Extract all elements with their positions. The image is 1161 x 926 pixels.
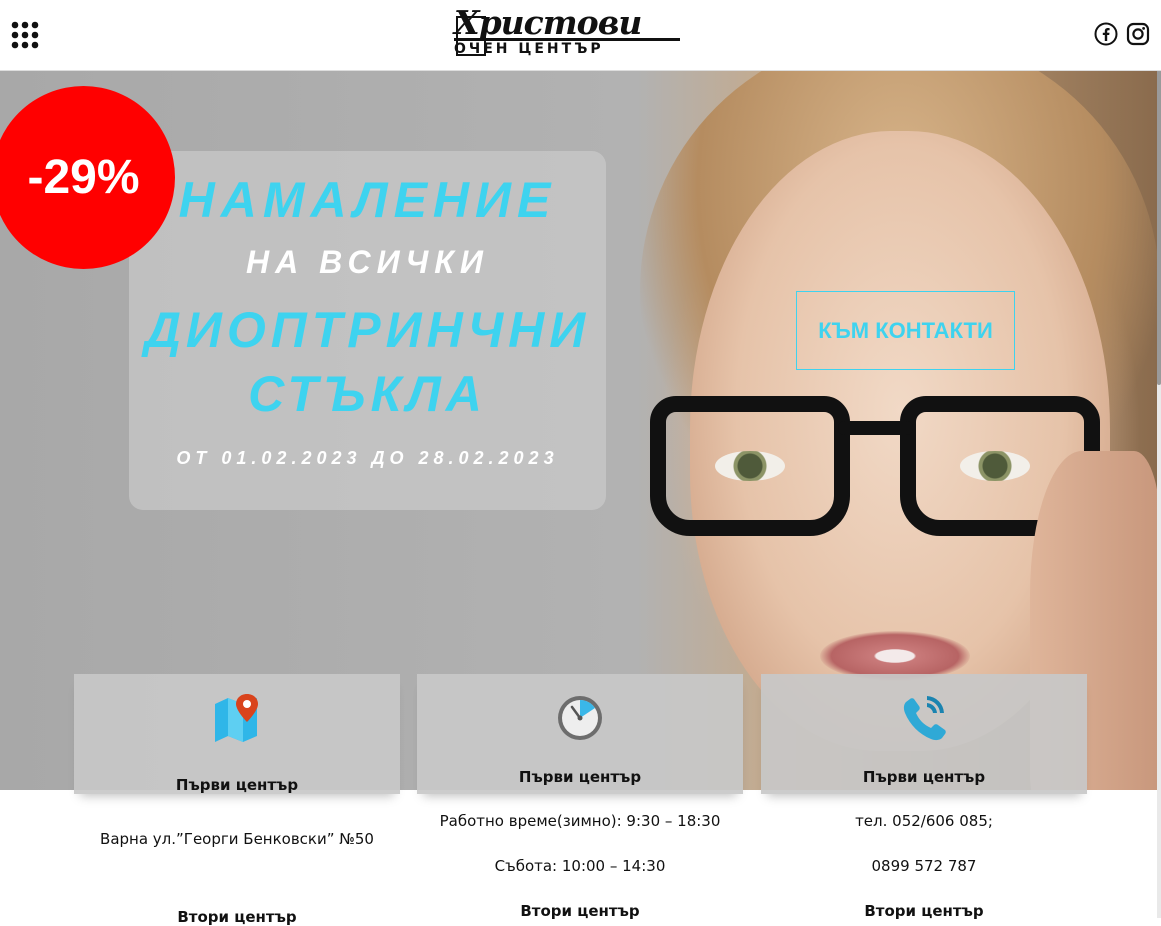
- card-second-title: Втори център: [864, 902, 984, 920]
- info-card-hours: Първи център Работно време(зимно): 9:30 …: [417, 674, 743, 920]
- hero-photo-glasses-bridge: [838, 421, 913, 435]
- card-second-title: Втори център: [520, 902, 640, 920]
- promo-box: НАМАЛЕНИЕ НА ВСИЧКИ ДИОПТРИНЧНИ СТЪКЛА О…: [129, 151, 606, 510]
- promo-subtitle: НА ВСИЧКИ: [246, 244, 489, 280]
- facebook-icon[interactable]: [1094, 22, 1118, 46]
- logo-title: Христови: [454, 3, 642, 42]
- card-line: Варна ул.”Георги Бенковски” №50: [100, 830, 374, 848]
- card-title: Първи център: [518, 768, 642, 786]
- card-header: Първи център: [74, 674, 400, 794]
- promo-title: НАМАЛЕНИЕ: [178, 172, 557, 228]
- phone-icon: [900, 692, 948, 744]
- card-header: Първи център: [761, 674, 1087, 794]
- card-line: Работно време(зимно): 9:30 – 18:30: [439, 812, 721, 830]
- card-line[interactable]: 0899 572 787: [761, 857, 1087, 875]
- hero-photo-glasses: [650, 396, 850, 536]
- card-second-title: Втори център: [177, 908, 297, 926]
- card-line: Събота: 10:00 – 14:30: [494, 857, 666, 875]
- instagram-icon[interactable]: [1126, 22, 1150, 46]
- card-line[interactable]: тел. 052/606 085;: [761, 812, 1087, 830]
- card-title: Първи център: [862, 768, 986, 786]
- menu-grid-icon[interactable]: [11, 21, 39, 49]
- site-logo[interactable]: Христови ОЧЕН ЦЕНТЪР: [454, 3, 680, 58]
- card-header: Първи център: [417, 674, 743, 794]
- scrollbar-thumb[interactable]: [1157, 55, 1161, 385]
- promo-product-line1: ДИОПТРИНЧНИ: [144, 302, 591, 358]
- discount-badge: -29%: [0, 86, 175, 269]
- card-title: Първи център: [175, 776, 299, 794]
- discount-text: -29%: [27, 151, 140, 204]
- info-card-phone: Първи център тел. 052/606 085; 0899 572 …: [761, 674, 1087, 920]
- info-card-address: Първи център Варна ул.”Георги Бенковски”…: [74, 674, 400, 926]
- promo-dates: ОТ 01.02.2023 ДО 28.02.2023: [176, 448, 559, 468]
- contacts-button[interactable]: КЪМ КОНТАКТИ: [796, 291, 1015, 370]
- site-header: Христови ОЧЕН ЦЕНТЪР: [0, 0, 1161, 71]
- map-pin-icon: [213, 692, 261, 744]
- contacts-button-label: КЪМ КОНТАКТИ: [818, 318, 993, 343]
- promo-product-line2: СТЪКЛА: [248, 366, 487, 422]
- clock-icon: [556, 692, 604, 744]
- logo-subtitle: ОЧЕН ЦЕНТЪР: [454, 41, 604, 57]
